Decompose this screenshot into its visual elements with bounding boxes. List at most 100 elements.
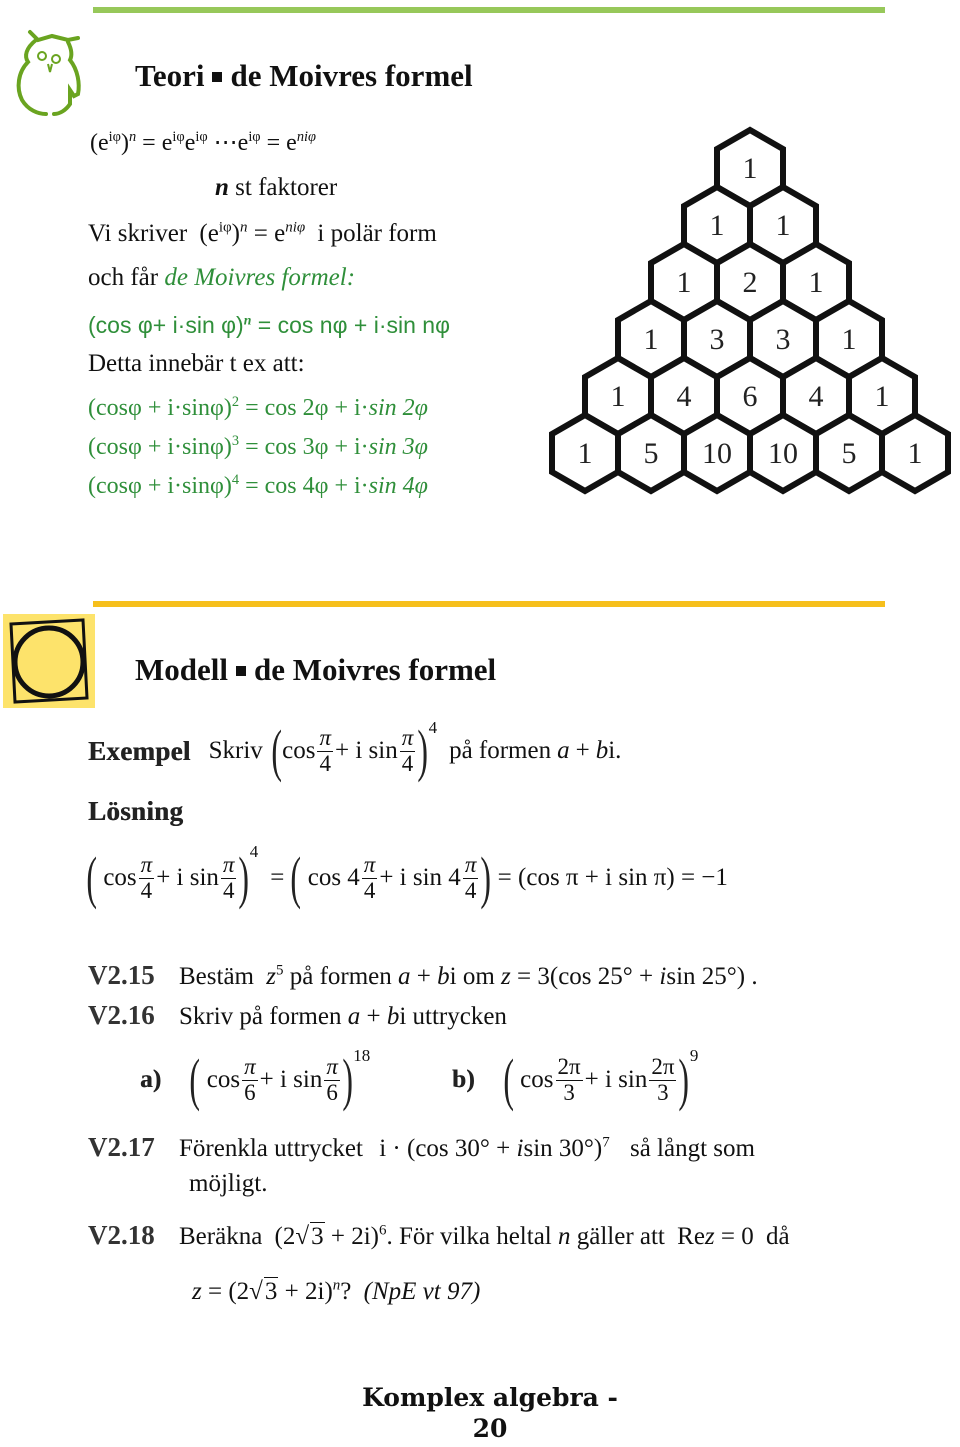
math-text: 4	[363, 877, 376, 903]
math-text: = 0	[720, 1223, 754, 1250]
math-text: 4	[249, 842, 259, 861]
math-text: 3	[657, 1079, 669, 1105]
math-text: i · (cos 30° +	[379, 1135, 511, 1162]
title-bullet	[212, 71, 223, 82]
math-text: 6	[244, 1079, 256, 1105]
math-text: a	[347, 1003, 361, 1030]
math-text: Beräkna	[179, 1223, 263, 1250]
pascal-triangle: 11 11 2 11 3 3 11 4 6 4 11 5 10 10 5 1	[549, 126, 951, 495]
math-text: z	[266, 963, 276, 990]
exercise-v2-17: V2.17 Förenkla uttrycket i · (cos 30° + …	[88, 1132, 755, 1163]
math-text: iφ	[195, 129, 208, 145]
math-text: gäller att	[576, 1223, 665, 1250]
parenthesis: )	[342, 1047, 353, 1112]
math-text: i uttrycken	[399, 1003, 507, 1030]
pascal-value: 1	[908, 437, 923, 470]
fraction: π4	[399, 725, 416, 775]
pascal-value: 1	[611, 380, 626, 413]
math-text: e	[161, 130, 173, 156]
math-text: +	[575, 737, 590, 764]
teori-header-rule	[93, 7, 885, 13]
math-text: b)	[452, 1066, 475, 1093]
math-text: 3	[563, 1079, 575, 1105]
math-text: iφ	[108, 129, 121, 145]
math-text: 3	[231, 433, 240, 449]
math-text: 4	[464, 877, 477, 903]
pascal-value: 2	[743, 266, 758, 299]
math-text: z	[192, 1278, 202, 1305]
math-text: 3	[310, 1222, 325, 1250]
math-text: + i sin	[156, 864, 219, 891]
math-text: b	[595, 737, 609, 764]
math-text: sin 30°)	[523, 1135, 603, 1162]
pascal-value: 6	[743, 380, 758, 413]
exercise-v2-18: V2.18 Beräkna (2√3 + 2i)6. För vilka hel…	[88, 1220, 790, 1251]
exercise-v2-16: V2.16 Skriv på formen a + bi uttrycken	[88, 1000, 507, 1031]
math-text: a)	[140, 1066, 162, 1093]
math-text: sin 25°) .	[666, 963, 758, 990]
example-formula-2: (cosφ + i·sinφ)2 = cos 2φ + i·sin 2φ	[88, 395, 428, 422]
math-text: i polär form	[317, 220, 437, 247]
math-text: 2	[231, 394, 240, 410]
teori-title: Teori de Moivres formel	[135, 58, 473, 94]
exempel-line: Exempel Skriv ( cos π4 + i sin π4 ) 4 på …	[88, 716, 621, 786]
exercise-v2-16-a: a) ( cos π6 + i sin π6 ) 18	[140, 1044, 370, 1116]
de-moivres-formula: (cos φ+ i·sin φ)n = cos nφ + i·sin nφ	[88, 312, 450, 339]
losning-label: Lösning	[88, 796, 184, 826]
math-text: 4	[231, 472, 240, 488]
fraction: 2π 3	[555, 1055, 583, 1105]
exempel-label: Exempel	[88, 735, 191, 766]
math-text: (cosφ + i·sinφ)	[88, 473, 232, 499]
exercise-v2-17-cont: möjligt.	[189, 1170, 268, 1197]
math-text: π	[317, 725, 333, 752]
math-text: n	[128, 129, 137, 145]
exercise-number: V2.16	[88, 1000, 155, 1030]
circle-in-square-icon	[3, 614, 95, 708]
math-text: )	[231, 220, 240, 247]
modell-title: Modell de Moivres formel	[135, 652, 496, 688]
pascal-value: 1	[875, 380, 890, 413]
math-text: 5	[275, 962, 284, 979]
math-text: + i sin	[334, 737, 398, 764]
math-text: cos	[520, 1066, 554, 1093]
pascal-value: 1	[677, 266, 692, 299]
pascal-value: 5	[842, 437, 857, 470]
math-text: på formen	[449, 737, 552, 764]
fraction: 2π 3	[649, 1054, 677, 1105]
math-text: cos 4	[307, 864, 360, 891]
math-text: + 2i)	[330, 1223, 379, 1250]
detta-innebar-text: Detta innebär t ex att:	[88, 350, 305, 377]
math-text: z	[704, 1223, 715, 1250]
math-text: 2π	[649, 1054, 677, 1081]
pascal-value: 1	[710, 209, 725, 242]
math-text: i om	[449, 963, 495, 990]
footer-title: Komplex algebra -	[362, 1383, 618, 1412]
math-text: n	[215, 174, 229, 201]
page-number: 20	[472, 1414, 508, 1444]
math-text: + 2i)	[284, 1278, 333, 1305]
exercise-v2-16-b: b) ( cos 2π 3 + i sin 2π 3 ) 9	[452, 1044, 698, 1116]
math-text: =	[266, 130, 281, 156]
fraction: π6	[324, 1055, 340, 1104]
math-text: z	[501, 963, 511, 990]
math-text: 9	[689, 1046, 699, 1065]
math-text: + i sin	[584, 1066, 648, 1093]
math-text: iφ	[172, 129, 185, 145]
exercise-number: V2.18	[88, 1220, 155, 1250]
math-text: niφ	[285, 219, 306, 236]
fraction: π4	[361, 853, 378, 903]
math-text: π	[399, 725, 416, 752]
pascal-value: 4	[677, 380, 692, 413]
math-text: = cos 2φ + i·	[245, 395, 369, 421]
math-text: ⋯	[213, 130, 238, 156]
teori-identity-line: (eiφ)n = eiφeiφ ⋯eiφ = eniφ	[90, 128, 316, 157]
math-text: = (cos π + i sin π) = −1	[497, 864, 728, 891]
math-text: Förenkla uttrycket	[179, 1135, 363, 1162]
fraction: π4	[220, 853, 237, 902]
math-text: cos	[206, 1066, 241, 1093]
math-text: sin 2φ	[368, 395, 428, 421]
parenthesis: )	[238, 845, 250, 910]
de-moivres-label: de Moivres formel:	[164, 264, 356, 291]
math-text: (cosφ + i·sinφ)	[88, 434, 232, 460]
math-text: n	[557, 1223, 571, 1250]
